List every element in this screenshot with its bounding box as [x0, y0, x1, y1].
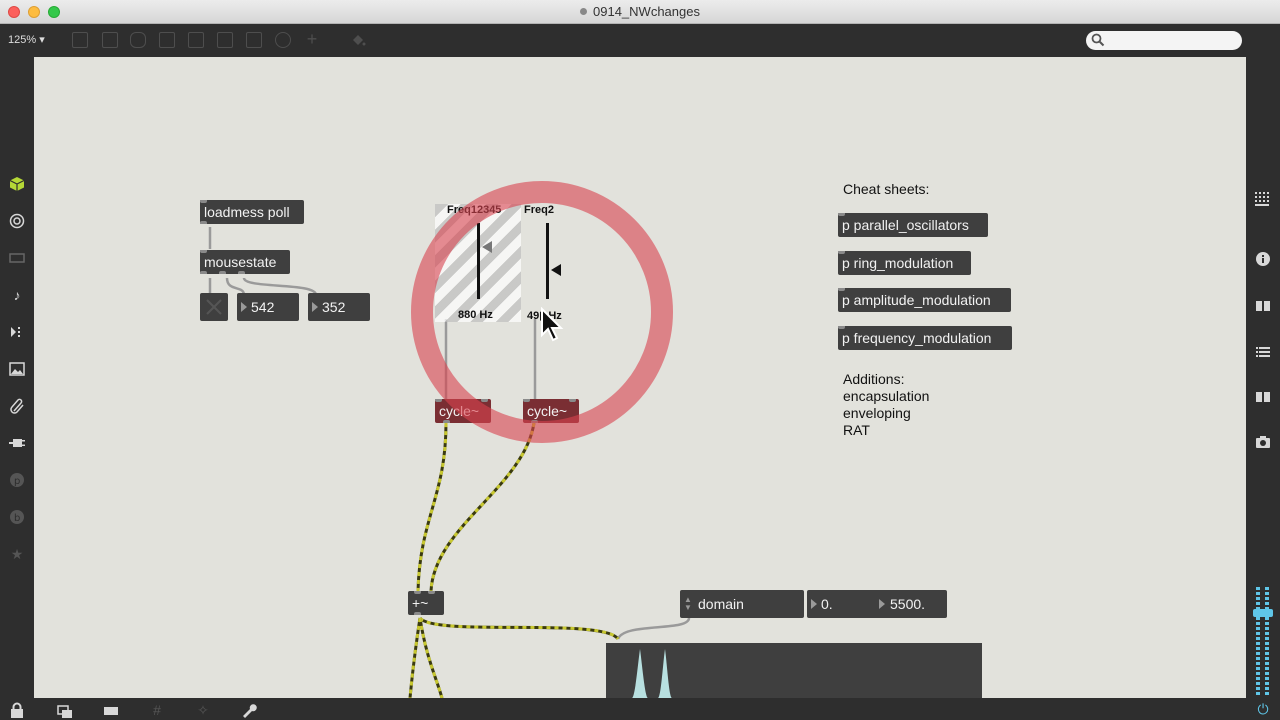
- mouse-y-number[interactable]: 352: [308, 293, 370, 321]
- target-icon[interactable]: [8, 212, 26, 230]
- new-button-icon[interactable]: [159, 32, 175, 48]
- mouse-x-number[interactable]: 542: [237, 293, 299, 321]
- wrench-icon[interactable]: [240, 701, 258, 719]
- music-note-icon[interactable]: ♪: [8, 286, 26, 304]
- plug-icon[interactable]: [8, 434, 26, 452]
- plus-signal-object[interactable]: +~: [408, 591, 444, 615]
- search-input[interactable]: [1086, 31, 1242, 50]
- search-icon: [1091, 33, 1105, 47]
- grid-icon[interactable]: [1254, 190, 1272, 208]
- audio-level-meter: [1253, 587, 1273, 697]
- domain-message[interactable]: ▲ ▼ domain: [680, 590, 804, 618]
- debug-icon[interactable]: ✧: [194, 701, 212, 719]
- new-toggle-icon[interactable]: [188, 32, 204, 48]
- subpatcher-parallel-oscillators[interactable]: p parallel_oscillators: [838, 213, 988, 237]
- bottom-bar: # ✧ ⏻: [0, 698, 1280, 720]
- domain-range-numbers: 0. 5500.: [807, 590, 947, 618]
- document-icon: [580, 8, 588, 15]
- right-sidebar: [1246, 57, 1280, 698]
- loadmess-object[interactable]: loadmess poll: [200, 200, 304, 224]
- presentation-icon[interactable]: [102, 701, 120, 719]
- mouse-cursor-icon: [541, 307, 564, 342]
- info-icon[interactable]: [1254, 250, 1272, 268]
- toolbar: 125% ▾ +: [0, 24, 1280, 57]
- image-icon[interactable]: [8, 360, 26, 378]
- mousestate-object[interactable]: mousestate: [200, 250, 290, 274]
- domain-min-number[interactable]: 0.: [821, 590, 833, 618]
- new-number-icon[interactable]: [217, 32, 233, 48]
- add-icon[interactable]: +: [304, 30, 320, 48]
- patcher-canvas[interactable]: loadmess poll mousestate 542 352 Freq123…: [34, 57, 1246, 698]
- spectroscope-display: [606, 643, 982, 698]
- cheat-sheets-title: Cheat sheets:: [843, 181, 930, 197]
- new-dial-icon[interactable]: [275, 32, 291, 48]
- grid-toggle-icon[interactable]: #: [148, 701, 166, 719]
- left-sidebar: ♪ p b ★: [0, 57, 34, 698]
- window-title: 0914_NWchanges: [0, 4, 1280, 19]
- power-icon[interactable]: ⏻: [1254, 700, 1272, 718]
- subpatcher-ring-modulation[interactable]: p ring_modulation: [838, 251, 971, 275]
- additions-comment: Additions: encapsulation enveloping RAT: [843, 371, 930, 438]
- domain-stepper-icon: ▲ ▼: [684, 595, 692, 612]
- title-bar: 0914_NWchanges: [0, 0, 1280, 24]
- zoom-menu[interactable]: 125% ▾: [8, 33, 45, 46]
- reference-icon[interactable]: [1254, 388, 1272, 406]
- windows-icon[interactable]: [56, 701, 74, 719]
- snapshot-camera-icon[interactable]: [1254, 433, 1272, 451]
- svg-text:p: p: [14, 476, 20, 487]
- svg-text:b: b: [14, 513, 20, 524]
- new-object-icon[interactable]: [72, 32, 88, 48]
- paint-bucket-icon[interactable]: [350, 32, 366, 48]
- list-icon[interactable]: [1254, 343, 1272, 361]
- subpatcher-amplitude-modulation[interactable]: p amplitude_modulation: [838, 288, 1011, 312]
- new-comment-icon[interactable]: [130, 32, 146, 48]
- package-b-icon[interactable]: b: [8, 508, 26, 526]
- package-p-icon[interactable]: p: [8, 471, 26, 489]
- sequence-icon[interactable]: [8, 323, 26, 341]
- domain-max-number[interactable]: 5500.: [890, 590, 925, 618]
- new-message-icon[interactable]: [102, 32, 118, 48]
- paperclip-icon[interactable]: [8, 397, 26, 415]
- screen-icon[interactable]: [8, 249, 26, 267]
- object-cube-icon[interactable]: [8, 175, 26, 193]
- book-icon[interactable]: [1254, 297, 1272, 315]
- lock-icon[interactable]: [8, 701, 26, 719]
- star-icon[interactable]: ★: [8, 545, 26, 563]
- mouse-button-toggle[interactable]: [200, 293, 228, 321]
- subpatcher-frequency-modulation[interactable]: p frequency_modulation: [838, 326, 1012, 350]
- new-slider-icon[interactable]: [246, 32, 262, 48]
